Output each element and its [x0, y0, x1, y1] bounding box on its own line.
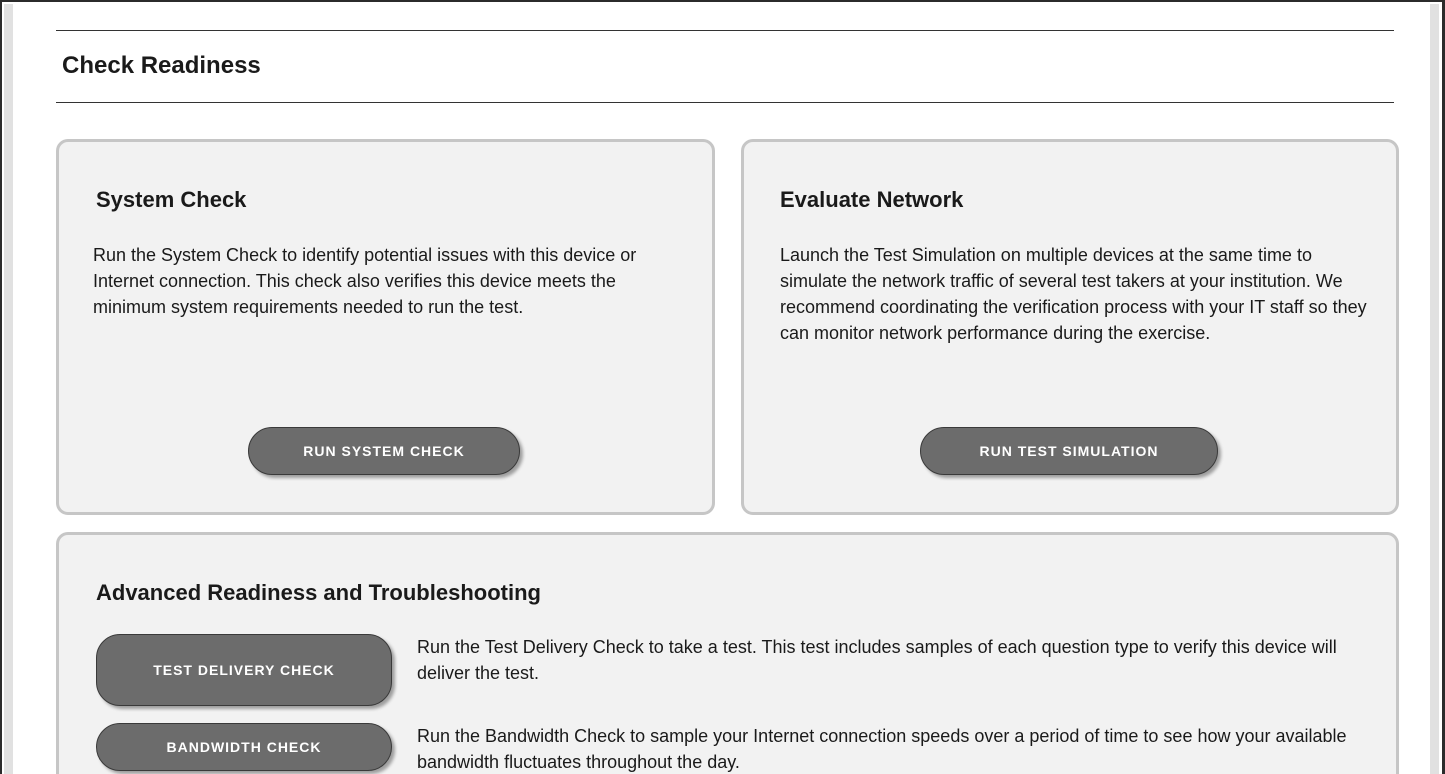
test-delivery-description: Run the Test Delivery Check to take a te… — [417, 637, 1337, 683]
evaluate-network-card: Evaluate Network Launch the Test Simulat… — [741, 139, 1399, 515]
system-check-card: System Check Run the System Check to ide… — [56, 139, 715, 515]
window-frame: Check Readiness System Check Run the Sys… — [0, 0, 1445, 774]
top-divider — [56, 30, 1394, 31]
right-gutter — [1430, 4, 1439, 774]
bandwidth-description: Run the Bandwidth Check to sample your I… — [417, 726, 1347, 772]
left-gutter — [4, 4, 13, 774]
page-title: Check Readiness — [62, 52, 261, 79]
system-check-title: System Check — [96, 187, 247, 212]
run-test-simulation-button[interactable]: RUN TEST SIMULATION — [920, 427, 1218, 475]
system-check-description: Run the System Check to identify potenti… — [93, 245, 637, 317]
advanced-readiness-card: Advanced Readiness and Troubleshooting T… — [56, 532, 1399, 774]
evaluate-network-title: Evaluate Network — [780, 187, 964, 212]
bandwidth-check-button[interactable]: BANDWIDTH CHECK — [96, 723, 392, 771]
run-system-check-button[interactable]: RUN SYSTEM CHECK — [248, 427, 520, 475]
advanced-readiness-title: Advanced Readiness and Troubleshooting — [96, 580, 541, 605]
test-delivery-check-button[interactable]: TEST DELIVERY CHECK — [96, 634, 392, 706]
evaluate-network-description: Launch the Test Simulation on multiple d… — [780, 245, 1367, 343]
content-area: Check Readiness System Check Run the Sys… — [13, 4, 1430, 774]
title-divider — [56, 102, 1394, 103]
